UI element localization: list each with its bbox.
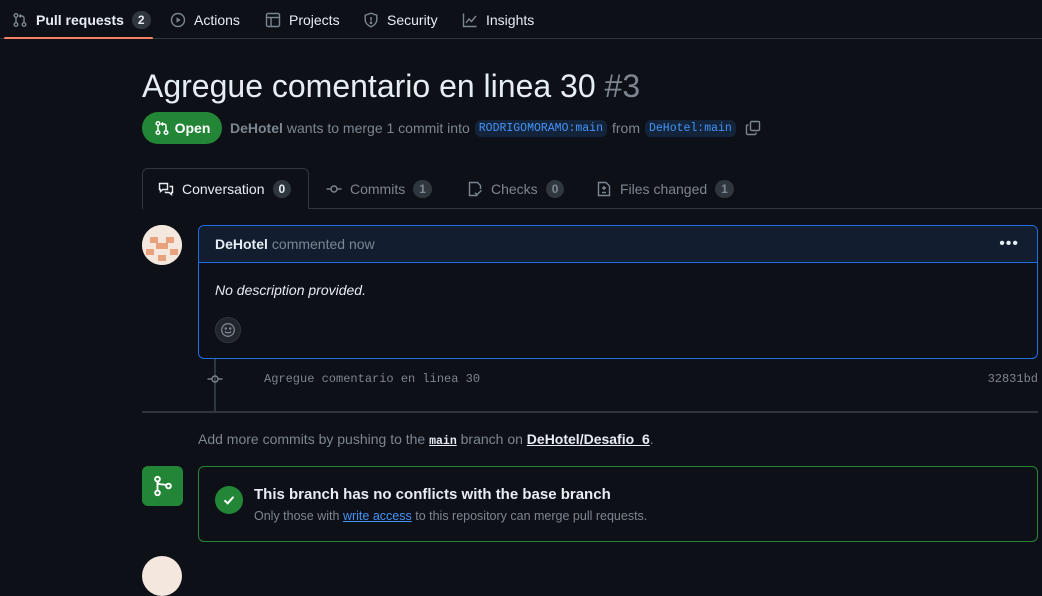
pr-title-text: Agregue comentario en linea 30 — [142, 68, 596, 104]
tab-label: Insights — [486, 11, 535, 28]
hint-prefix: Add more commits by pushing to the — [198, 431, 426, 447]
tab-insights[interactable]: Insights — [462, 0, 534, 39]
tab-label: Checks — [491, 180, 538, 197]
comment-discussion-icon — [158, 181, 174, 197]
git-pull-request-icon — [12, 12, 28, 28]
comment-body: No description provided. — [215, 282, 366, 298]
pr-meta: DeHotel wants to merge 1 commit into ROD… — [230, 112, 761, 144]
active-tab-underline — [4, 37, 153, 39]
tab-files-changed[interactable]: Files changed 1 — [596, 168, 734, 209]
git-branch-icon — [142, 466, 183, 506]
hint-suffix: . — [649, 431, 654, 447]
merge-status-box: This branch has no conflicts with the ba… — [198, 466, 1038, 542]
commit-sha-link[interactable]: 32831bd — [988, 372, 1038, 386]
tab-conversation[interactable]: Conversation 0 — [142, 168, 309, 209]
table-icon — [265, 12, 281, 28]
head-branch[interactable]: DeHotel:main — [645, 119, 736, 137]
conversation-count: 0 — [272, 180, 292, 198]
smiley-icon — [220, 322, 236, 338]
add-reaction-button[interactable] — [215, 317, 241, 343]
merge-text: wants to merge 1 commit into — [286, 120, 470, 136]
tab-actions[interactable]: Actions — [170, 0, 240, 39]
tab-label: Security — [387, 11, 438, 28]
comment-header: DeHotel commented now ••• — [199, 226, 1037, 263]
avatar — [142, 556, 182, 596]
pull-request-count: 2 — [131, 10, 151, 29]
git-commit-icon — [326, 181, 342, 197]
check-circle-icon — [215, 486, 243, 514]
commits-count: 1 — [413, 179, 432, 198]
tab-label: Conversation — [182, 181, 265, 197]
commit-message-link[interactable]: Agregue comentario en linea 30 — [264, 372, 480, 386]
base-branch[interactable]: RODRIGOMORAMO:main — [474, 119, 607, 137]
copy-icon[interactable] — [745, 120, 761, 136]
play-icon — [170, 12, 186, 28]
git-commit-icon — [207, 371, 223, 387]
comment-box: DeHotel commented now ••• No description… — [198, 225, 1038, 359]
hint-middle: branch on — [460, 431, 523, 447]
tab-label: Projects — [289, 11, 340, 28]
page-title: Agregue comentario en linea 30 #3 — [142, 66, 640, 106]
repo-link[interactable]: DeHotel/Desafio_6 — [527, 431, 650, 447]
merge-sub-prefix: Only those with — [254, 509, 340, 523]
tab-checks[interactable]: Checks 0 — [467, 168, 565, 209]
merge-status-subtitle: Only those with write access to this rep… — [254, 509, 647, 523]
comment-action: commented now — [271, 236, 375, 252]
status-badge: Open — [142, 112, 222, 144]
tab-label: Actions — [194, 11, 240, 28]
tab-commits[interactable]: Commits 1 — [326, 168, 432, 209]
tab-label: Pull requests — [36, 11, 124, 28]
file-diff-icon — [596, 181, 612, 197]
tab-label: Commits — [350, 180, 406, 197]
pr-author-link[interactable]: DeHotel — [230, 120, 283, 136]
add-commits-hint: Add more commits by pushing to the main … — [198, 431, 654, 448]
checklist-icon — [467, 181, 483, 197]
avatar[interactable] — [142, 225, 182, 265]
git-pull-request-icon — [154, 120, 170, 136]
merge-status-title: This branch has no conflicts with the ba… — [254, 486, 611, 503]
write-access-link[interactable]: write access — [343, 509, 412, 523]
merge-sub-suffix: to this repository can merge pull reques… — [415, 509, 648, 523]
timeline-commit: Agregue comentario en linea 30 32831bd — [198, 369, 1038, 389]
branch-name[interactable]: main — [429, 435, 457, 448]
tab-pull-requests[interactable]: Pull requests 2 — [12, 0, 151, 39]
kebab-horizontal-icon[interactable]: ••• — [999, 235, 1019, 253]
graph-icon — [462, 12, 478, 28]
shield-icon — [363, 11, 379, 28]
comment-author[interactable]: DeHotel — [215, 236, 268, 252]
checks-count: 0 — [545, 179, 565, 198]
status-label: Open — [174, 120, 211, 136]
tab-projects[interactable]: Projects — [265, 0, 340, 39]
timeline-divider — [142, 411, 1038, 413]
pr-number: #3 — [604, 68, 641, 104]
tab-label: Files changed — [620, 180, 708, 197]
tab-security[interactable]: Security — [363, 0, 438, 39]
files-changed-count: 1 — [715, 179, 734, 198]
from-text: from — [612, 120, 640, 136]
